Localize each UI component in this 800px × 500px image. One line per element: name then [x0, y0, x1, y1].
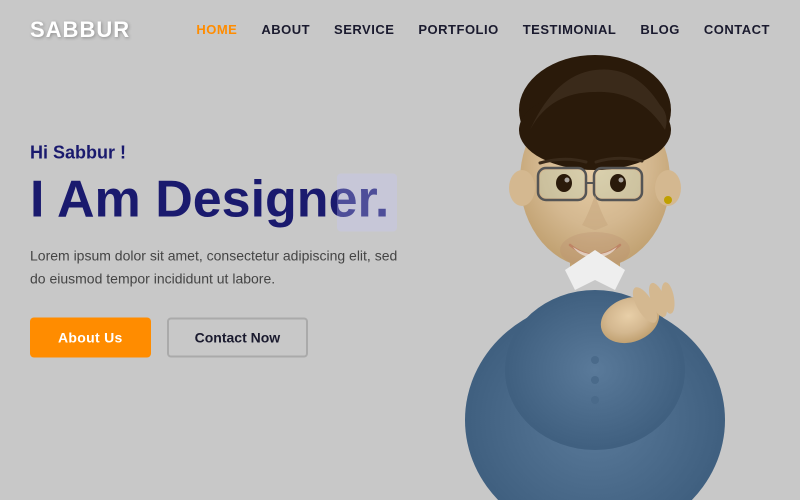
nav-link-testimonial[interactable]: TESTIMONIAL [523, 22, 617, 37]
hero-title-prefix: I Am [30, 171, 155, 229]
logo: SABBUR [30, 17, 130, 43]
navbar: SABBUR HOME ABOUT SERVICE PORTFOLIO TEST… [0, 0, 800, 60]
hero-section: SABBUR HOME ABOUT SERVICE PORTFOLIO TEST… [0, 0, 800, 500]
person-illustration [410, 20, 770, 500]
nav-links: HOME ABOUT SERVICE PORTFOLIO TESTIMONIAL… [196, 21, 770, 39]
nav-link-service[interactable]: SERVICE [334, 22, 394, 37]
nav-item-service[interactable]: SERVICE [334, 21, 394, 39]
nav-item-blog[interactable]: BLOG [640, 21, 680, 39]
contact-now-button[interactable]: Contact Now [167, 317, 309, 357]
nav-link-blog[interactable]: BLOG [640, 22, 680, 37]
nav-item-about[interactable]: ABOUT [261, 21, 310, 39]
nav-item-testimonial[interactable]: TESTIMONIAL [523, 21, 617, 39]
nav-item-portfolio[interactable]: PORTFOLIO [418, 21, 498, 39]
hero-greeting: Hi Sabbur ! [30, 143, 410, 164]
hero-content: Hi Sabbur ! I Am Designer. Lorem ipsum d… [30, 143, 410, 358]
hero-title: I Am Designer. [30, 172, 389, 229]
nav-link-home[interactable]: HOME [196, 22, 237, 37]
nav-link-portfolio[interactable]: PORTFOLIO [418, 22, 498, 37]
hero-description: Lorem ipsum dolor sit amet, consectetur … [30, 245, 410, 290]
nav-link-about[interactable]: ABOUT [261, 22, 310, 37]
hero-title-wrapper: I Am Designer. [30, 172, 389, 245]
title-highlight-decoration [337, 174, 397, 232]
nav-item-contact[interactable]: CONTACT [704, 21, 770, 39]
about-us-button[interactable]: About Us [30, 317, 151, 357]
nav-item-home[interactable]: HOME [196, 21, 237, 39]
nav-link-contact[interactable]: CONTACT [704, 22, 770, 37]
hero-buttons: About Us Contact Now [30, 317, 410, 357]
hero-image [380, 0, 800, 500]
